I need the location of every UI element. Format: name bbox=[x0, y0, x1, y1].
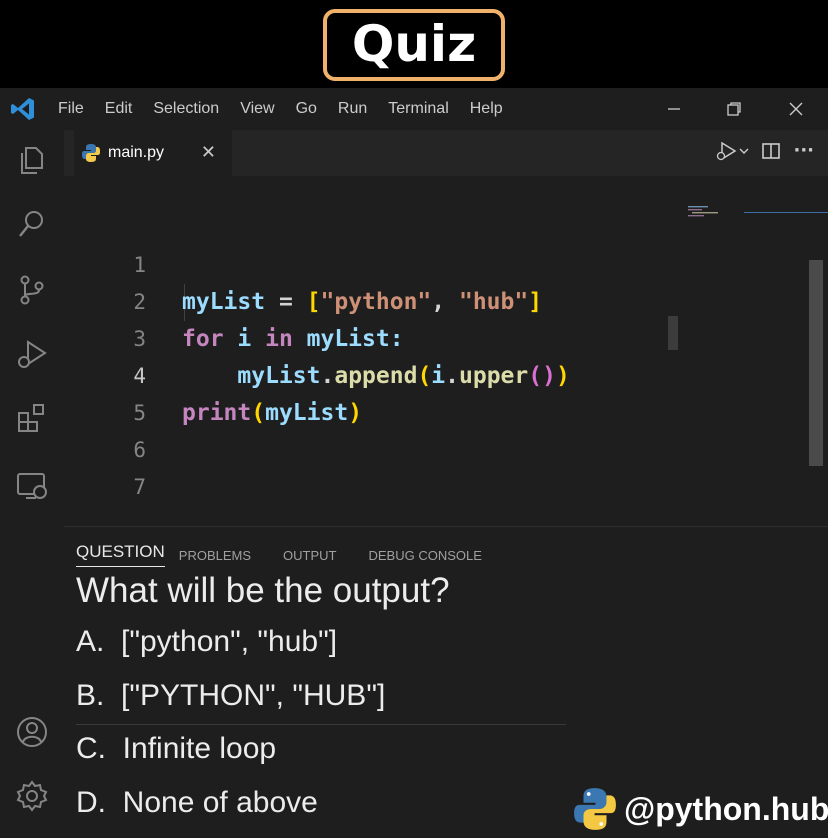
tab-problems[interactable]: PROBLEMS bbox=[179, 548, 251, 567]
account-icon[interactable] bbox=[14, 714, 50, 750]
search-icon[interactable] bbox=[14, 206, 50, 242]
editor-tab-bar: main.py ✕ ··· bbox=[64, 130, 828, 176]
code-block[interactable]: 1 myList = ["python", "hub"] 2 for i in … bbox=[64, 210, 804, 499]
close-icon bbox=[789, 102, 803, 116]
tab-question[interactable]: QUESTION bbox=[76, 542, 165, 567]
menu-run[interactable]: Run bbox=[338, 100, 367, 118]
remote-explorer-icon[interactable] bbox=[14, 468, 50, 504]
restore-button[interactable] bbox=[714, 88, 754, 130]
settings-gear-icon[interactable] bbox=[14, 778, 50, 814]
split-editor-icon[interactable] bbox=[761, 141, 781, 161]
more-actions-icon[interactable]: ··· bbox=[793, 140, 814, 161]
menu-selection[interactable]: Selection bbox=[153, 100, 219, 118]
source-control-icon[interactable] bbox=[14, 272, 50, 308]
explorer-icon[interactable] bbox=[14, 142, 50, 178]
tab-debug-console[interactable]: DEBUG CONSOLE bbox=[369, 548, 482, 567]
editor-area: main.py ✕ ··· 1 myList = ["python", "hub… bbox=[64, 130, 828, 526]
code-line: 1 myList = ["python", "hub"] bbox=[64, 210, 804, 315]
brand-handle: @python.hub bbox=[624, 790, 828, 827]
code-line: 5 bbox=[64, 358, 804, 425]
tab-close-button[interactable]: ✕ bbox=[201, 142, 216, 163]
quiz-question: What will be the output? bbox=[76, 571, 450, 610]
python-file-icon bbox=[82, 144, 100, 162]
quiz-title: Quiz bbox=[323, 9, 505, 81]
extensions-icon[interactable] bbox=[14, 400, 50, 436]
activity-bar bbox=[0, 130, 64, 838]
option-divider bbox=[76, 724, 566, 725]
tab-label: main.py bbox=[108, 144, 165, 161]
code-line: 3 myList.append(i.upper()) bbox=[64, 284, 804, 389]
menu-edit[interactable]: Edit bbox=[105, 100, 133, 118]
menu-terminal[interactable]: Terminal bbox=[388, 100, 448, 118]
editor-scrollbar[interactable] bbox=[809, 260, 823, 466]
restore-icon bbox=[727, 102, 741, 116]
code-line: 2 for i in myList: bbox=[64, 247, 804, 352]
code-line: 6 bbox=[64, 395, 804, 462]
run-python-file-icon[interactable] bbox=[715, 141, 749, 161]
panel-tabs: QUESTION PROBLEMS OUTPUT DEBUG CONSOLE bbox=[76, 541, 514, 567]
vscode-logo-icon bbox=[11, 98, 34, 120]
close-window-button[interactable] bbox=[776, 88, 816, 130]
brand-watermark: @python.hub bbox=[572, 786, 828, 832]
quiz-banner: Quiz bbox=[0, 0, 828, 88]
option-a[interactable]: A. ["python", "hub"] bbox=[76, 625, 337, 659]
run-debug-icon[interactable] bbox=[14, 336, 50, 372]
menu-go[interactable]: Go bbox=[296, 100, 317, 118]
minimize-button[interactable] bbox=[654, 88, 694, 130]
tab-output[interactable]: OUTPUT bbox=[283, 548, 336, 567]
menu-help[interactable]: Help bbox=[470, 100, 503, 118]
option-c[interactable]: C. Infinite loop bbox=[76, 732, 276, 766]
code-line: 7 bbox=[64, 432, 804, 499]
python-logo-icon bbox=[574, 788, 616, 830]
tab-main-py[interactable]: main.py ✕ bbox=[74, 130, 232, 176]
title-bar: File Edit Selection View Go Run Terminal… bbox=[0, 88, 828, 130]
code-line: 4 print(myList) bbox=[64, 321, 804, 426]
menu-view[interactable]: View bbox=[240, 100, 274, 118]
menu-file[interactable]: File bbox=[58, 100, 84, 118]
minimize-icon bbox=[668, 108, 680, 110]
option-d[interactable]: D. None of above bbox=[76, 786, 318, 820]
option-b[interactable]: B. ["PYTHON", "HUB"] bbox=[76, 679, 385, 713]
line-number: 7 bbox=[133, 475, 146, 499]
menu-bar: File Edit Selection View Go Run Terminal… bbox=[58, 88, 524, 130]
editor-actions: ··· bbox=[715, 140, 814, 161]
